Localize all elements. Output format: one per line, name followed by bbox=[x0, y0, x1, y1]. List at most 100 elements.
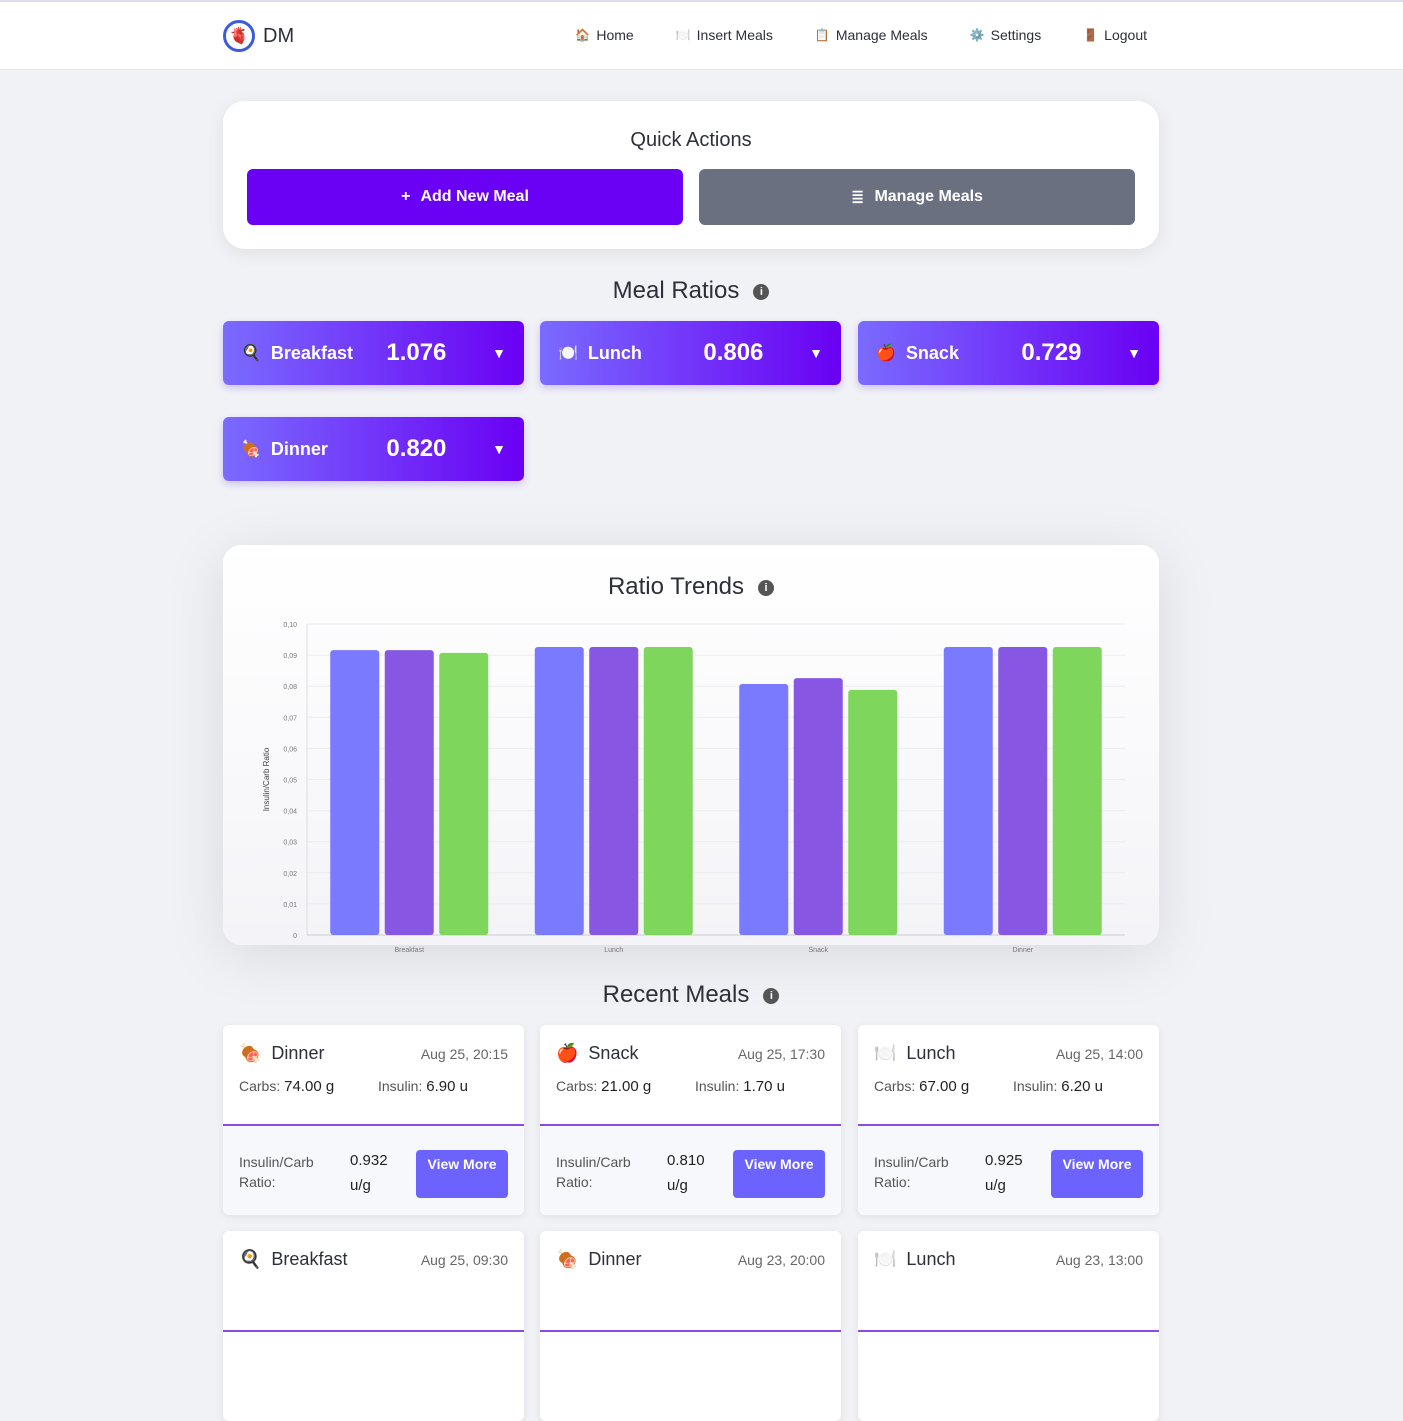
y-tick-label: 0,06 bbox=[283, 746, 297, 753]
meal-name: Lunch bbox=[587, 342, 642, 363]
nav-link-insert-meals[interactable]: 🍽️ Insert Meals bbox=[676, 27, 773, 43]
insulin-value: 1.70 u bbox=[743, 1078, 785, 1095]
bar-lunch-0 bbox=[534, 647, 584, 935]
meal-icon: 🍖 bbox=[241, 441, 261, 458]
nav-link-settings[interactable]: ⚙️ Settings bbox=[970, 27, 1042, 43]
x-tick-label: Snack bbox=[809, 947, 829, 954]
info-icon[interactable]: i bbox=[758, 579, 775, 596]
y-tick-label: 0,08 bbox=[283, 684, 297, 691]
carbs-value: 67.00 g bbox=[919, 1078, 970, 1095]
nav-icon: 🍽️ bbox=[675, 28, 691, 42]
ratio-value: 0.925 u/g bbox=[985, 1152, 1023, 1194]
chevron-down-icon[interactable]: ▼ bbox=[809, 345, 823, 361]
nav-icon: 🚪 bbox=[1083, 28, 1099, 42]
meal-icon: 🍎 bbox=[556, 1043, 579, 1063]
meal-card: 🍖 Dinner Aug 23, 20:00 bbox=[540, 1231, 841, 1421]
meal-name: Dinner bbox=[271, 1043, 325, 1063]
meal-date: Aug 25, 14:00 bbox=[1055, 1045, 1143, 1062]
nav-link-logout[interactable]: 🚪 Logout bbox=[1083, 27, 1147, 43]
quick-actions-card: Quick Actions + Add New Meal ≣ Manage Meal… bbox=[223, 101, 1159, 249]
add-new-meal-button[interactable]: + Add New Meal bbox=[247, 169, 683, 225]
nav-link-manage-meals[interactable]: 📋 Manage Meals bbox=[815, 27, 928, 43]
list-icon: ≣ bbox=[851, 189, 865, 206]
meal-name: Dinner bbox=[588, 1249, 642, 1269]
y-tick-label: 0,10 bbox=[283, 622, 297, 629]
meal-card: 🍖 Dinner Aug 25, 20:15 Carbs: 74.00 g Insuli… bbox=[223, 1025, 524, 1215]
insulin-label: Insulin: bbox=[1013, 1078, 1058, 1094]
nav-label: Manage Meals bbox=[835, 27, 928, 43]
y-tick-label: 0,07 bbox=[283, 715, 297, 722]
meal-name: Snack bbox=[588, 1043, 639, 1063]
view-more-button[interactable]: View More bbox=[416, 1150, 508, 1198]
ratio-value: 0.820 bbox=[386, 435, 447, 462]
ratio-value: 0.806 bbox=[703, 339, 764, 366]
meal-icon: 🍖 bbox=[556, 1249, 579, 1269]
info-icon[interactable]: i bbox=[753, 283, 770, 300]
carbs-label: Carbs: bbox=[239, 1078, 281, 1094]
meal-date: Aug 23, 13:00 bbox=[1055, 1251, 1143, 1268]
ratio-trends-heading: Ratio Trends i bbox=[223, 573, 1159, 601]
x-tick-label: Dinner bbox=[1012, 947, 1033, 954]
ratio-card-lunch[interactable]: 🍽️ Lunch 0.806 ▼ bbox=[540, 321, 841, 385]
carbs-value: 21.00 g bbox=[601, 1078, 652, 1095]
manage-meals-button[interactable]: ≣ Manage Meals bbox=[699, 169, 1135, 225]
bar-lunch-1 bbox=[589, 647, 639, 935]
meal-icon: 🍖 bbox=[239, 1043, 262, 1063]
meal-date: Aug 25, 20:15 bbox=[420, 1045, 508, 1062]
bar-snack-1 bbox=[793, 678, 843, 935]
recent-meals-heading: Recent Meals i bbox=[223, 981, 1159, 1009]
chevron-down-icon[interactable]: ▼ bbox=[1127, 345, 1141, 361]
view-more-button[interactable]: View More bbox=[1051, 1150, 1143, 1198]
y-tick-label: 0,01 bbox=[283, 902, 297, 909]
bar-dinner-1 bbox=[998, 647, 1048, 935]
ratio-label: Insulin/Carb Ratio: bbox=[239, 1154, 314, 1190]
carbs-label: Carbs: bbox=[556, 1078, 598, 1094]
logo-icon: 🫀 bbox=[223, 20, 255, 52]
chevron-down-icon[interactable]: ▼ bbox=[492, 345, 506, 361]
meal-icon: 🍎 bbox=[876, 345, 896, 362]
info-icon[interactable]: i bbox=[763, 987, 780, 1004]
section-title: Meal Ratios bbox=[612, 277, 740, 304]
ratio-card-dinner[interactable]: 🍖 Dinner 0.820 ▼ bbox=[223, 417, 524, 481]
insulin-value: 6.20 u bbox=[1061, 1078, 1103, 1095]
chevron-down-icon[interactable]: ▼ bbox=[492, 441, 506, 457]
meal-icon: 🍳 bbox=[241, 345, 261, 362]
logo[interactable]: 🫀 DM bbox=[223, 20, 294, 52]
nav-icon: 📋 bbox=[814, 28, 830, 42]
y-tick-label: 0,04 bbox=[283, 809, 297, 816]
section-title: Recent Meals bbox=[602, 981, 750, 1008]
y-axis-label: Insulin/Carb Ratio bbox=[262, 747, 271, 811]
ratio-card-snack[interactable]: 🍎 Snack 0.729 ▼ bbox=[858, 321, 1159, 385]
meal-name: Breakfast bbox=[270, 342, 353, 363]
bar-snack-0 bbox=[739, 684, 789, 935]
ratio-card-breakfast[interactable]: 🍳 Breakfast 1.076 ▼ bbox=[223, 321, 524, 385]
bar-breakfast-0 bbox=[330, 650, 380, 935]
insulin-value: 6.90 u bbox=[426, 1078, 468, 1095]
nav-link-home[interactable]: 🏠 Home bbox=[575, 27, 633, 43]
meal-name: Breakfast bbox=[271, 1249, 348, 1269]
carbs-label: Carbs: bbox=[874, 1078, 916, 1094]
y-tick-label: 0,09 bbox=[283, 653, 297, 660]
x-tick-label: Lunch bbox=[604, 947, 623, 954]
ratio-trends-chart: 0 0,01 0,02 0,03 0,04 0,05 0,06 0,07 0,08 0,09 0,1… bbox=[262, 622, 1125, 954]
y-tick-label: 0,02 bbox=[283, 871, 297, 878]
bar-snack-2 bbox=[848, 689, 898, 935]
bar-breakfast-2 bbox=[439, 652, 489, 935]
meal-name: Lunch bbox=[906, 1249, 956, 1269]
bar-lunch-2 bbox=[643, 647, 693, 935]
meal-icon: 🍽️ bbox=[558, 345, 578, 362]
section-title: Ratio Trends bbox=[607, 573, 745, 600]
meal-icon: 🍳 bbox=[239, 1249, 262, 1269]
bar-dinner-0 bbox=[943, 647, 993, 935]
nav-icon: 🏠 bbox=[575, 28, 591, 42]
ratio-value: 0.810 u/g bbox=[667, 1152, 705, 1194]
meal-icon: 🍽️ bbox=[874, 1249, 897, 1269]
view-more-button[interactable]: View More bbox=[733, 1150, 825, 1198]
x-tick-label: Breakfast bbox=[394, 947, 424, 954]
ratio-label: Insulin/Carb Ratio: bbox=[556, 1154, 631, 1190]
ratio-value: 0.932 u/g bbox=[350, 1152, 388, 1194]
meal-name: Lunch bbox=[906, 1043, 956, 1063]
logo-text: DM bbox=[263, 24, 295, 47]
nav-icon: ⚙️ bbox=[969, 28, 985, 42]
meal-card: 🍽️ Lunch Aug 25, 14:00 Carbs: 67.00 g Insuli… bbox=[858, 1025, 1159, 1215]
